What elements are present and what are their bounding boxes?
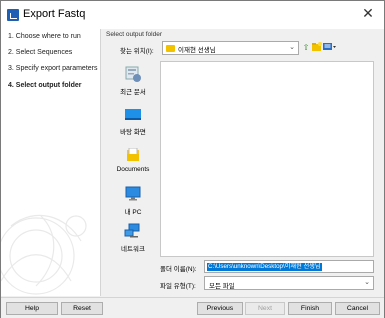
look-in-dropdown[interactable]: 이재현 선생님 ⌄ (162, 41, 299, 55)
folder-name-input[interactable]: C:\Users\unknown\Desktop\이재현 선생님 (204, 260, 374, 273)
step-select-sequences: 2. Select Sequences (8, 49, 73, 56)
wizard-steps-panel: 1. Choose where to run 2. Select Sequenc… (1, 29, 101, 296)
window-title: Export Fastq (23, 8, 86, 20)
view-menu-icon[interactable] (323, 42, 337, 53)
look-in-value: 이재현 선생님 (178, 47, 216, 54)
cancel-button[interactable]: Cancel (335, 302, 380, 315)
select-output-folder-heading: Select output folder (106, 31, 163, 38)
button-bar: Help Reset Previous Next Finish Cancel (1, 297, 384, 318)
chevron-down-icon: ⌄ (364, 279, 370, 286)
place-label: 바탕 화면 (120, 129, 146, 136)
step-select-output-folder: 4. Select output folder (8, 82, 82, 89)
place-label: 최근 문서 (120, 89, 146, 96)
places-sidebar: 최근 문서 바탕 화면 Documents 내 PC 네트워크 (106, 62, 160, 279)
this-pc-icon (125, 186, 141, 201)
previous-button[interactable]: Previous (197, 302, 243, 315)
look-in-label: 찾는 위치(I): (120, 48, 154, 55)
place-label: 내 PC (124, 209, 142, 216)
folder-chooser: Select output folder 찾는 위치(I): 이재현 선생님 ⌄… (102, 29, 385, 296)
chevron-down-icon: ⌄ (289, 44, 295, 51)
folder-icon (166, 45, 175, 52)
title-bar: Export Fastq ✕ (1, 1, 384, 29)
next-button[interactable]: Next (245, 302, 285, 315)
app-logo-icon (7, 9, 19, 21)
file-type-label: 파일 유형(T): (160, 283, 196, 290)
folder-list-view[interactable] (160, 61, 374, 257)
close-icon[interactable]: ✕ (360, 5, 376, 22)
place-label: Documents (116, 166, 150, 173)
finish-button[interactable]: Finish (288, 302, 332, 315)
place-recent-documents[interactable]: 최근 문서 (106, 66, 160, 96)
network-icon (124, 223, 140, 238)
file-type-dropdown[interactable]: 모든 파일 ⌄ (204, 276, 374, 290)
folder-name-label: 폴더 이름(N): (160, 266, 197, 273)
desktop-icon (125, 109, 141, 120)
step-specify-export-parameters: 3. Specify export parameters (8, 65, 98, 72)
place-documents[interactable]: Documents (106, 147, 160, 173)
documents-folder-icon (127, 147, 139, 161)
place-this-pc[interactable]: 내 PC (106, 186, 160, 216)
up-one-level-icon[interactable]: ⇧ (301, 42, 311, 53)
help-button[interactable]: Help (6, 302, 58, 315)
step-choose-where-to-run: 1. Choose where to run (8, 33, 81, 40)
decorative-swirl-watermark (1, 214, 87, 295)
place-label: 네트워크 (121, 246, 145, 253)
reset-button[interactable]: Reset (61, 302, 103, 315)
folder-name-value: C:\Users\unknown\Desktop\이재현 선생님 (207, 263, 322, 271)
place-network[interactable]: 네트워크 (106, 223, 160, 253)
export-fastq-dialog: Export Fastq ✕ 1. Choose where to run 2.… (0, 0, 385, 318)
new-folder-icon[interactable] (312, 42, 322, 53)
recent-documents-icon (125, 66, 141, 82)
place-desktop[interactable]: 바탕 화면 (106, 108, 160, 136)
file-type-value: 모든 파일 (209, 283, 235, 290)
